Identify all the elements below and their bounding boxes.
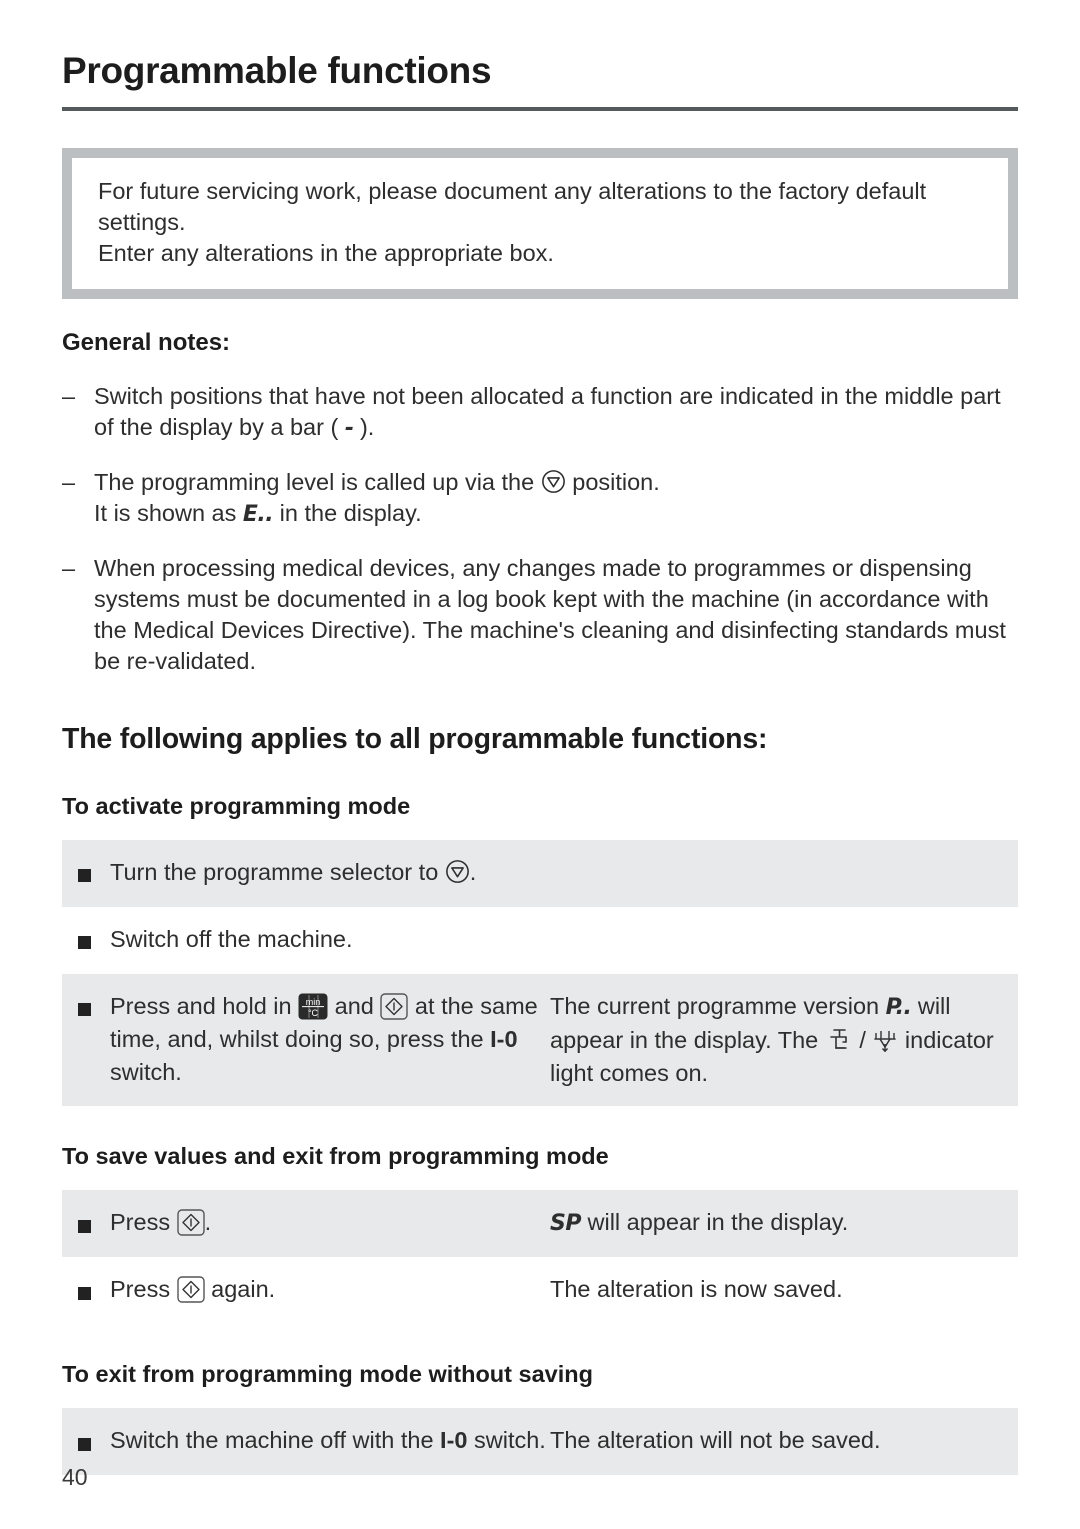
- row-result-cell: The current programme version P.. will a…: [550, 990, 1000, 1090]
- min-celsius-button-icon: min °C: [298, 993, 328, 1020]
- svg-text:°C: °C: [308, 1008, 319, 1018]
- row-instruction-cell: Press again.: [78, 1273, 550, 1308]
- row-result-cell: SP will appear in the display.: [550, 1206, 1000, 1241]
- square-bullet-icon: [78, 856, 110, 891]
- table-row: Switch off the machine.: [62, 907, 1018, 975]
- square-bullet-icon: [78, 1424, 110, 1459]
- note-2-line2-after: in the display.: [273, 499, 422, 526]
- dash-bullet-icon: –: [62, 382, 76, 409]
- document-page: Programmable functions For future servic…: [0, 0, 1080, 1529]
- table-row: Press . SP will appear in the display.: [62, 1190, 1018, 1258]
- note-2-text-after: position.: [565, 468, 660, 495]
- programme-selector-position-icon: [445, 859, 470, 884]
- square-bullet-icon: [78, 990, 110, 1090]
- activate-row-3-seg2: and: [328, 993, 381, 1020]
- activate-programming-table: Turn the programme selector to . Switch …: [62, 840, 1018, 1107]
- water-drain-icon: [872, 1027, 898, 1053]
- save-row-1-seg2: .: [204, 1209, 212, 1236]
- row-instruction-text: Press .: [110, 1206, 550, 1241]
- row-result-cell: The alteration is now saved.: [550, 1276, 843, 1303]
- general-notes-heading: General notes:: [62, 328, 231, 356]
- main-section-heading: The following applies to all programmabl…: [62, 722, 768, 755]
- general-note-item: – When processing medical devices, any c…: [62, 553, 1018, 677]
- note-1-text-after: ).: [353, 413, 375, 440]
- general-notes-list: – Switch positions that have not been al…: [62, 381, 1018, 677]
- table-row: Press and hold in min °C and at the same …: [62, 974, 1018, 1107]
- table-row: Turn the programme selector to .: [62, 840, 1018, 908]
- row-instruction-cell: Switch the machine off with the I-0 swit…: [78, 1424, 550, 1459]
- start-button-icon: [176, 1276, 205, 1303]
- display-code-sp: SP: [550, 1211, 581, 1237]
- save-row-1-seg1: Press: [110, 1209, 177, 1236]
- row-instruction-text: Switch the machine off with the I-0 swit…: [110, 1424, 550, 1459]
- square-bullet-icon: [78, 1273, 110, 1308]
- general-note-item: – The programming level is called up via…: [62, 467, 1018, 530]
- page-number: 40: [62, 1464, 88, 1490]
- row-instruction-text: Switch off the machine.: [110, 926, 353, 953]
- note-callout-box: For future servicing work, please docume…: [62, 147, 1018, 299]
- save-values-heading: To save values and exit from programming…: [62, 1143, 609, 1170]
- activate-row-3-seg4: switch.: [110, 1059, 182, 1086]
- activate-programming-heading: To activate programming mode: [62, 792, 411, 819]
- table-row: Switch the machine off with the I-0 swit…: [62, 1408, 1018, 1476]
- save-row-2-seg1: Press: [110, 1276, 177, 1303]
- general-note-text: When processing medical devices, any cha…: [94, 554, 1006, 674]
- water-inlet-tap-icon: [825, 1027, 853, 1053]
- start-button-icon: [176, 1209, 205, 1236]
- page-title: Programmable functions: [62, 50, 492, 91]
- activate-row-3-seg1: Press and hold in: [110, 993, 299, 1020]
- note-1-text-before: Switch positions that have not been allo…: [94, 382, 1001, 440]
- activate-row-3-separator: /: [852, 1027, 873, 1054]
- square-bullet-icon: [78, 1206, 110, 1241]
- note-2-line2-before: It is shown as: [94, 499, 243, 526]
- general-note-text: The programming level is called up via t…: [94, 467, 1018, 530]
- exit-row-1-seg1: Switch the machine off with the: [110, 1427, 441, 1454]
- start-button-icon: [380, 993, 409, 1020]
- activate-row-1-after: .: [469, 859, 477, 886]
- general-note-text: Switch positions that have not been allo…: [94, 381, 1018, 444]
- save-row-2-seg2: again.: [204, 1276, 276, 1303]
- save-row-1-right-seg2: will appear in the display.: [580, 1209, 849, 1236]
- row-instruction-text: Press and hold in min °C and at the same …: [110, 990, 550, 1090]
- exit-without-saving-heading: To exit from programming mode without sa…: [62, 1361, 593, 1388]
- io-switch-label: I-0: [440, 1427, 468, 1454]
- title-divider: [62, 106, 1018, 111]
- row-instruction-cell: Switch off the machine.: [78, 923, 1000, 958]
- activate-row-1-before: Turn the programme selector to: [110, 859, 445, 886]
- io-switch-label: I-0: [490, 1026, 518, 1053]
- callout-line-1: For future servicing work, please docume…: [98, 177, 927, 235]
- activate-row-3-right-seg1: The current programme version: [550, 993, 886, 1020]
- note-2-text-before: The programming level is called up via t…: [94, 468, 541, 495]
- display-code-e: E..: [242, 501, 274, 527]
- exit-without-saving-table: Switch the machine off with the I-0 swit…: [62, 1408, 1018, 1476]
- row-instruction-text: Turn the programme selector to .: [110, 856, 1000, 891]
- callout-line-2: Enter any alterations in the appropriate…: [98, 239, 554, 266]
- row-instruction-cell: Press and hold in min °C and at the same …: [78, 990, 550, 1090]
- row-instruction-text: Press again.: [110, 1273, 550, 1308]
- dash-bullet-icon: –: [62, 468, 76, 495]
- dash-bullet-icon: –: [62, 554, 76, 581]
- save-values-table: Press . SP will appear in the display. P…: [62, 1190, 1018, 1325]
- square-bullet-icon: [78, 923, 110, 958]
- exit-row-1-seg2: switch.: [467, 1427, 546, 1454]
- row-result-cell: The alteration will not be saved.: [550, 1427, 881, 1454]
- row-instruction-cell: Turn the programme selector to .: [78, 856, 1000, 891]
- table-row: Press again. The alteration is now saved…: [62, 1257, 1018, 1325]
- general-note-item: – Switch positions that have not been al…: [62, 381, 1018, 444]
- programme-selector-position-icon: [541, 469, 566, 494]
- row-instruction-cell: Press .: [78, 1206, 550, 1241]
- display-code-p: P..: [885, 995, 912, 1021]
